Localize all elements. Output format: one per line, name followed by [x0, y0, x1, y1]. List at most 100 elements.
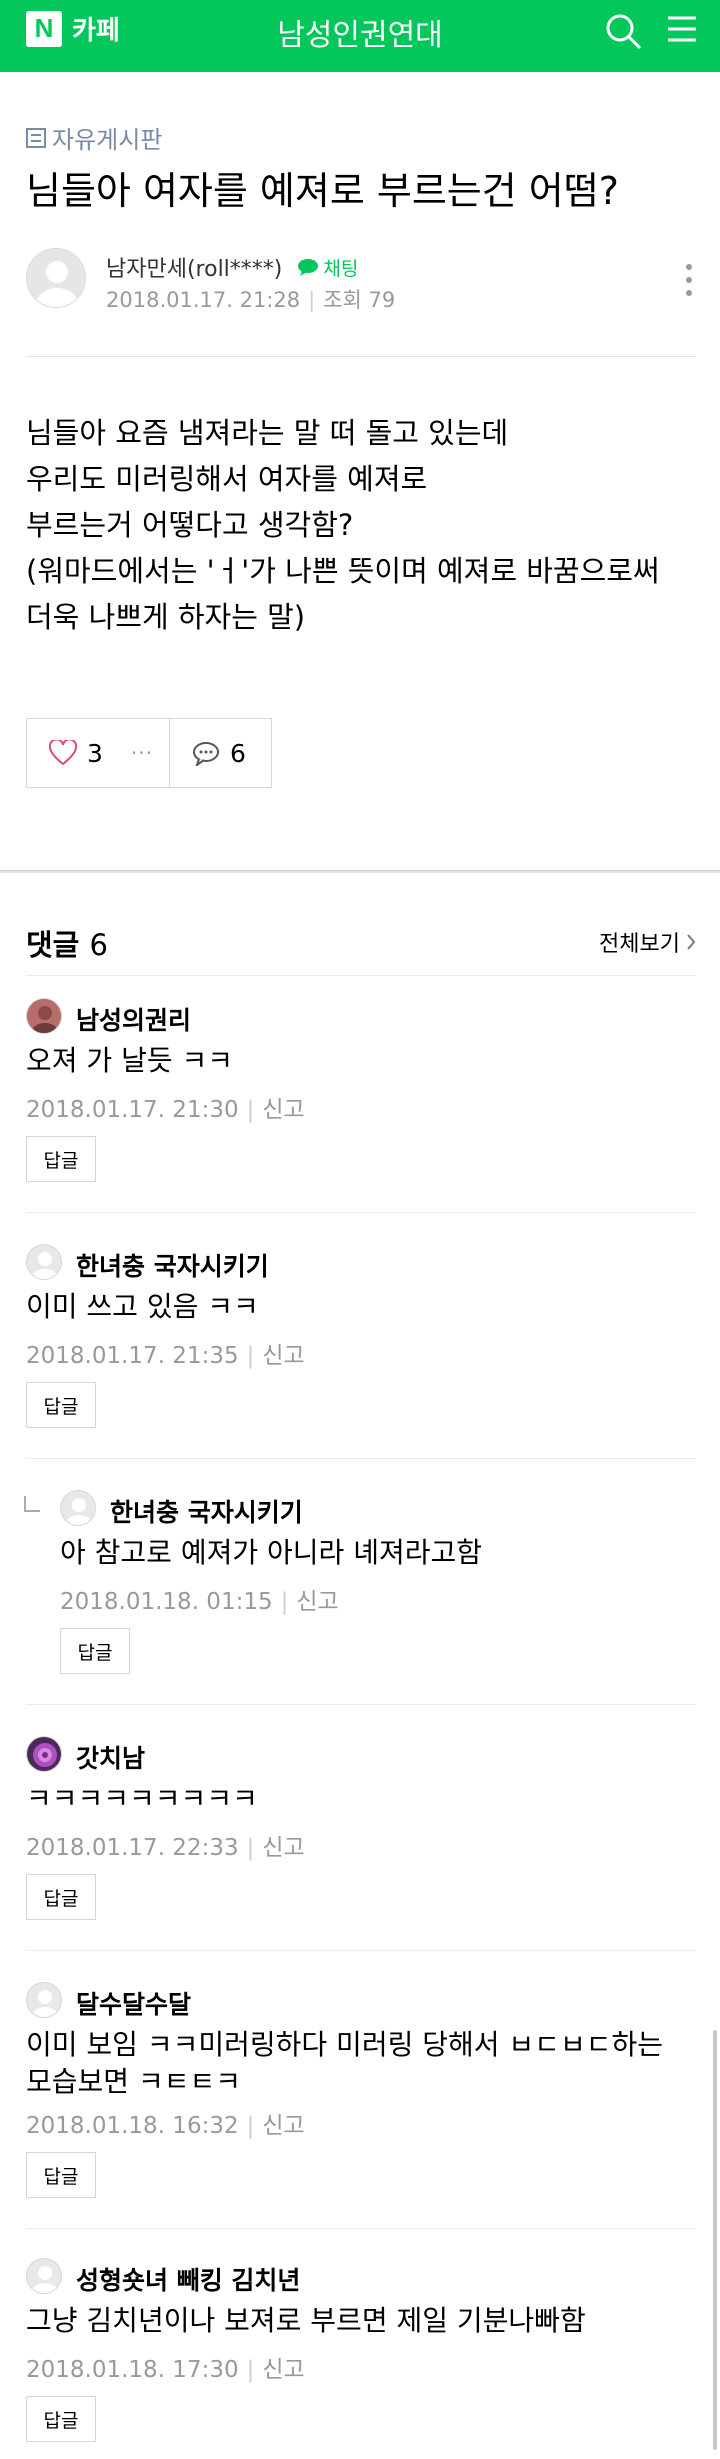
comment-author[interactable]: 성형숏녀 빼킹 김치년: [76, 2261, 300, 2297]
comment-date: 2018.01.17. 22:33: [26, 1835, 239, 1861]
comments-header: 댓글 6 전체보기: [26, 922, 696, 962]
comment-bubble-icon: [193, 742, 219, 766]
comment-avatar[interactable]: [26, 998, 62, 1034]
comment-author[interactable]: 남성의권리: [76, 1001, 191, 1037]
like-more-dots[interactable]: ···: [131, 741, 153, 765]
article-actions: 3 ··· 6: [26, 718, 272, 788]
comment-meta: 2018.01.18. 01:15 | 신고: [60, 1582, 339, 1616]
article-date: 2018.01.17. 21:28: [106, 288, 301, 312]
comment-avatar[interactable]: [26, 2258, 62, 2294]
comment-author[interactable]: 한녀충 국자시키기: [76, 1247, 269, 1283]
reply-button[interactable]: 답글: [26, 1382, 96, 1428]
comment-text: 이미 쓰고 있음 ㅋㅋ: [26, 1290, 259, 1323]
board-list-icon: [26, 127, 46, 148]
author-name-row: 남자만세(roll****) 채팅: [106, 251, 358, 283]
meta-divider: |: [246, 1097, 255, 1123]
reply-button[interactable]: 답글: [60, 1628, 130, 1674]
reply-comment-item: 한녀충 국자시키기 아 참고로 예져가 아니라 녜져라고함 2018.01.18…: [24, 1490, 696, 1680]
meta-divider: |: [280, 1589, 289, 1615]
meta-divider: |: [246, 1343, 255, 1369]
board-link[interactable]: 자유게시판: [26, 120, 162, 155]
view-count: 조회 79: [323, 288, 396, 312]
comment-text: ㅋㅋㅋㅋㅋㅋㅋㅋㅋ: [26, 1782, 258, 1815]
chat-bubble-icon: [298, 259, 319, 276]
chat-button[interactable]: 채팅: [297, 254, 358, 281]
meta-divider: |: [308, 288, 316, 312]
search-icon[interactable]: [604, 12, 644, 52]
comment-avatar[interactable]: [60, 1490, 96, 1526]
scrollbar[interactable]: [713, 2030, 717, 2450]
divider: [26, 2228, 696, 2229]
comment-date: 2018.01.18. 17:30: [26, 2357, 239, 2383]
comment-author[interactable]: 갓치남: [76, 1739, 145, 1775]
comment-meta: 2018.01.18. 17:30 | 신고: [26, 2350, 305, 2384]
comment-item: 갓치남 ㅋㅋㅋㅋㅋㅋㅋㅋㅋ 2018.01.17. 22:33 | 신고 답글: [26, 1736, 696, 1926]
comment-date: 2018.01.18. 01:15: [60, 1589, 273, 1615]
author-name[interactable]: 남자만세(roll****): [106, 257, 282, 282]
report-link[interactable]: 신고: [296, 1589, 338, 1615]
body-line: (워마드에서는 'ㅓ'가 나쁜 뜻이며 예져로 바꿈으로써: [26, 554, 660, 588]
more-options-icon[interactable]: [682, 261, 696, 301]
body-line: 부르는거 어떻다고 생각함?: [26, 508, 354, 542]
heart-icon: [49, 740, 77, 766]
comment-text: 오져 가 날듯 ㅋㅋ: [26, 1044, 234, 1077]
comment-meta: 2018.01.17. 22:33 | 신고: [26, 1828, 305, 1862]
comment-count: 6: [230, 738, 246, 768]
view-all-label: 전체보기: [599, 932, 680, 957]
board-name: 자유게시판: [52, 126, 163, 154]
comments-total: 6: [89, 928, 108, 962]
report-link[interactable]: 신고: [262, 2113, 304, 2139]
article-body: 님들아 요즘 냄져라는 말 떠 돌고 있는데 우리도 미러링해서 여자를 예져로…: [26, 410, 706, 640]
author-info: 남자만세(roll****) 채팅 2018.01.17. 21:28 | 조회 7…: [26, 246, 696, 316]
comments-title-label: 댓글: [26, 928, 80, 962]
view-all-link[interactable]: 전체보기: [599, 926, 696, 958]
top-bar: N 카페 남성인권연대: [0, 0, 720, 72]
comment-date: 2018.01.17. 21:35: [26, 1343, 239, 1369]
comment-item: 성형숏녀 빼킹 김치년 그냥 김치년이나 보져로 부르면 제일 기분나빠함 20…: [26, 2258, 696, 2448]
comment-text: 그냥 김치년이나 보져로 부르면 제일 기분나빠함: [26, 2304, 586, 2337]
comment-meta: 2018.01.17. 21:30 | 신고: [26, 1090, 305, 1124]
comment-avatar[interactable]: [26, 1244, 62, 1280]
report-link[interactable]: 신고: [262, 2357, 304, 2383]
like-button[interactable]: 3 ···: [27, 719, 170, 787]
chevron-right-icon: [687, 934, 696, 950]
divider: [26, 1458, 696, 1459]
reply-button[interactable]: 답글: [26, 2396, 96, 2442]
hamburger-menu-icon[interactable]: [666, 14, 698, 44]
divider: [26, 356, 696, 357]
comment-item: 달수달수달 이미 보임 ㅋㅋ미러링하다 미러링 당해서 ㅂㄷㅂㄷ하는 모습보면 …: [26, 1982, 696, 2212]
comment-author[interactable]: 한녀충 국자시키기: [110, 1493, 303, 1529]
meta-divider: |: [246, 2357, 255, 2383]
comment-meta: 2018.01.17. 21:35 | 신고: [26, 1336, 305, 1370]
comment-item: 남성의권리 오져 가 날듯 ㅋㅋ 2018.01.17. 21:30 | 신고 답글: [26, 998, 696, 1188]
body-line: 더욱 나쁘게 하자는 말): [26, 600, 306, 634]
section-divider: [0, 870, 720, 873]
report-link[interactable]: 신고: [262, 1835, 304, 1861]
reply-button[interactable]: 답글: [26, 1874, 96, 1920]
body-line: 우리도 미러링해서 여자를 예져로: [26, 462, 428, 496]
comment-text: 아 참고로 예져가 아니라 녜져라고함: [60, 1536, 483, 1569]
comment-date: 2018.01.18. 16:32: [26, 2113, 239, 2139]
comment-date: 2018.01.17. 21:30: [26, 1097, 239, 1123]
report-link[interactable]: 신고: [262, 1343, 304, 1369]
meta-divider: |: [246, 1835, 255, 1861]
divider: [26, 1704, 696, 1705]
divider: [26, 1212, 696, 1213]
chat-label: 채팅: [323, 257, 359, 280]
comment-button[interactable]: 6: [170, 719, 271, 787]
report-link[interactable]: 신고: [262, 1097, 304, 1123]
divider: [26, 975, 696, 976]
author-avatar[interactable]: [26, 248, 86, 308]
comment-avatar[interactable]: [26, 1736, 62, 1772]
comment-meta: 2018.01.18. 16:32 | 신고: [26, 2106, 305, 2140]
comment-avatar[interactable]: [26, 1982, 62, 2018]
body-line: 님들아 요즘 냄져라는 말 떠 돌고 있는데: [26, 416, 509, 450]
divider: [26, 1950, 696, 1951]
comment-text: 이미 보임 ㅋㅋ미러링하다 미러링 당해서 ㅂㄷㅂㄷ하는 모습보면 ㅋㅌㅌㅋ: [26, 2028, 663, 2098]
reply-button[interactable]: 답글: [26, 1136, 96, 1182]
reply-button[interactable]: 답글: [26, 2152, 96, 2198]
article-meta: 2018.01.17. 21:28 | 조회 79: [106, 284, 395, 314]
reply-indicator-icon: [24, 1496, 40, 1512]
comments-title: 댓글 6: [26, 922, 108, 964]
comment-author[interactable]: 달수달수달: [76, 1985, 191, 2021]
